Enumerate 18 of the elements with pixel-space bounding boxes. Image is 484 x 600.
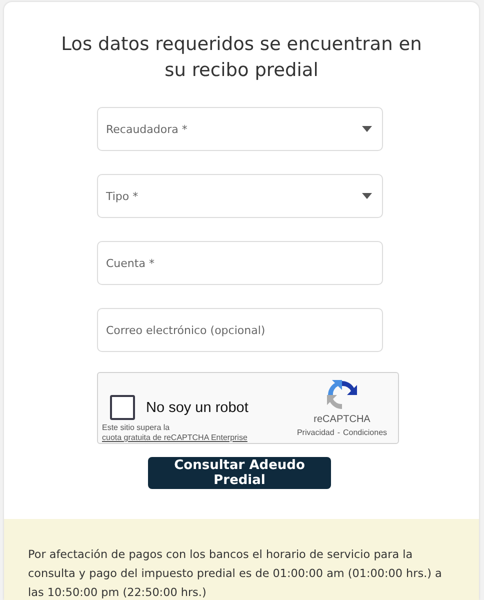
input-field[interactable]: Cuenta * <box>97 241 383 285</box>
terms-link[interactable]: Condiciones <box>343 428 388 437</box>
dropdown-caret-icon <box>362 126 372 132</box>
select-field[interactable]: Recaudadora * <box>97 107 383 151</box>
privacy-link[interactable]: Privacidad <box>296 428 334 437</box>
input-field[interactable]: Correo electrónico (opcional) <box>97 308 383 352</box>
captcha-checkbox[interactable] <box>110 395 135 420</box>
quota-link[interactable]: cuota gratuita de reCAPTCHA Enterprise <box>102 433 248 442</box>
recaptcha-logo-icon <box>326 379 358 411</box>
notice-text: Por afectación de pagos con los bancos el horario de servicio para la consulta y pago del impuesto predial es de 01:00:00 am (01:00:00 hrs.) a las 10:50:00 pm (22:50:00 hrs.) <box>28 547 443 600</box>
captcha-note: Este sitio supera la cuota gratuita de reCAPTCHA Enterprise <box>102 423 248 443</box>
select-field[interactable]: Tipo * <box>97 174 383 218</box>
link-separator: - <box>337 428 340 437</box>
captcha-label: No soy un robot <box>146 400 248 416</box>
submit-button[interactable]: Consultar Adeudo Predial <box>148 457 331 489</box>
dropdown-caret-icon <box>362 193 372 199</box>
recaptcha-brand: reCAPTCHA <box>314 414 370 425</box>
form-title: Los datos requeridos se encuentran en su recibo predial <box>60 33 423 83</box>
